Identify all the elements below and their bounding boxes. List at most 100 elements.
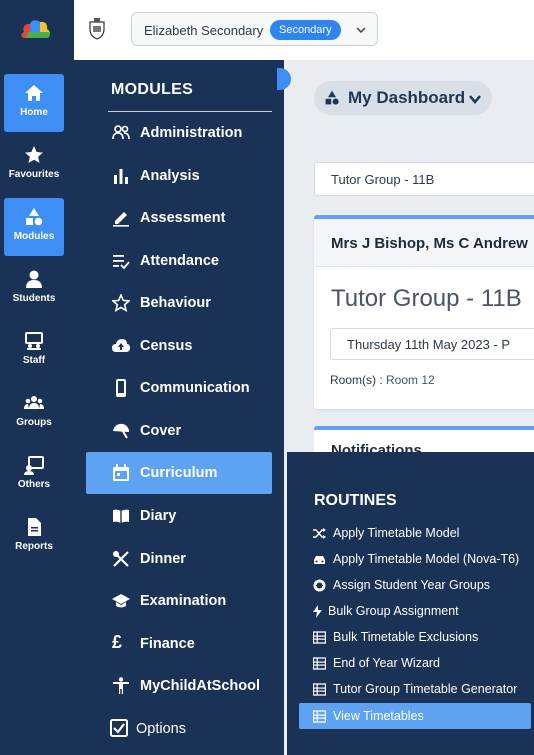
card-header: Mrs J Bishop, Ms C Andrew	[314, 219, 534, 267]
routine-label: Assign Student Year Groups	[333, 578, 491, 592]
module-mychildatschool[interactable]: MyChildAtSchool	[86, 665, 272, 707]
left-rail: Home Favourites Modules Students Staff G…	[0, 0, 74, 755]
book-icon	[112, 507, 130, 525]
star-icon	[24, 145, 44, 165]
rail-label: Students	[12, 293, 56, 304]
child-icon	[112, 677, 130, 695]
module-label: Administration	[140, 125, 243, 141]
routine-label: Apply Timetable Model (Nova-T6)	[333, 552, 520, 566]
routine-bulk-timetable-exclusions[interactable]: Bulk Timetable Exclusions	[299, 624, 531, 650]
tutor-group-card: Mrs J Bishop, Ms C Andrew Tutor Group - …	[314, 215, 534, 409]
routine-tutor-group-timetable-generator[interactable]: Tutor Group Timetable Generator	[299, 676, 531, 702]
shuffle-icon	[313, 527, 326, 540]
my-dashboard-dropdown[interactable]: My Dashboard	[314, 81, 492, 115]
routine-apply-timetable-model-nova[interactable]: Apply Timetable Model (Nova-T6)	[299, 546, 531, 572]
others-icon	[24, 455, 44, 475]
routines-heading: ROUTINES	[314, 492, 397, 509]
rail-label: Groups	[16, 417, 52, 428]
people-icon	[112, 124, 130, 142]
school-selector[interactable]: Elizabeth Secondary Secondary	[131, 12, 378, 46]
module-label: Assessment	[140, 210, 226, 226]
routine-bulk-group-assignment[interactable]: Bulk Group Assignment	[299, 598, 531, 624]
app-logo-icon[interactable]	[18, 18, 52, 42]
module-diary[interactable]: Diary	[86, 495, 272, 537]
module-label: Curriculum	[140, 465, 218, 481]
checklist-icon	[112, 252, 130, 270]
checkbox-icon	[110, 719, 128, 737]
school-name: Elizabeth Secondary	[144, 23, 264, 38]
report-icon	[24, 517, 44, 537]
table-icon	[312, 631, 327, 644]
rail-label: Modules	[13, 231, 55, 242]
rail-item-students[interactable]: Students	[4, 260, 64, 318]
module-assessment[interactable]: Assessment	[86, 197, 272, 239]
module-examination[interactable]: Examination	[86, 580, 272, 622]
module-communication[interactable]: Communication	[86, 367, 272, 409]
card-title: Tutor Group - 11B	[331, 285, 522, 312]
module-label: Options	[136, 721, 186, 737]
room-label: Room(s) :	[330, 373, 383, 387]
star-outline-icon	[111, 292, 131, 313]
module-dinner[interactable]: Dinner	[86, 538, 272, 580]
rail-item-groups[interactable]: Groups	[4, 384, 64, 442]
mobile-icon	[112, 379, 130, 397]
routine-apply-timetable-model[interactable]: Apply Timetable Model	[299, 520, 531, 546]
routine-view-timetables[interactable]: View Timetables	[299, 703, 531, 729]
routine-label: Bulk Timetable Exclusions	[333, 630, 479, 644]
shapes-icon	[325, 90, 339, 105]
module-label: Communication	[140, 380, 250, 396]
module-label: Examination	[140, 593, 227, 609]
routine-label: Bulk Group Assignment	[328, 604, 459, 618]
bolt-icon	[311, 605, 324, 618]
module-analysis[interactable]: Analysis	[86, 155, 272, 197]
routine-assign-student-year-groups[interactable]: Assign Student Year Groups	[299, 572, 531, 598]
module-finance[interactable]: £ Finance	[86, 623, 272, 665]
car-icon	[313, 553, 326, 566]
module-attendance[interactable]: Attendance	[86, 240, 272, 282]
school-type-badge: Secondary	[270, 20, 341, 40]
routines-submenu: ROUTINES Apply Timetable Model Apply Tim…	[287, 452, 534, 755]
chevron-down-icon	[356, 27, 366, 34]
module-label: Dinner	[140, 551, 186, 567]
room-value: Room 12	[386, 373, 435, 387]
module-label: Analysis	[140, 168, 200, 184]
date-selector[interactable]: Thursday 11th May 2023 - P	[330, 328, 534, 360]
rail-item-favourites[interactable]: Favourites	[4, 136, 64, 194]
module-behaviour[interactable]: Behaviour	[86, 282, 272, 324]
rail-item-staff[interactable]: Staff	[4, 322, 64, 380]
module-label: Census	[140, 338, 193, 354]
graduation-cap-icon	[112, 592, 130, 610]
module-label: Diary	[140, 508, 177, 524]
cloud-upload-icon	[112, 337, 130, 355]
module-options[interactable]: Options	[86, 708, 272, 750]
staff-icon	[24, 331, 44, 351]
school-crest-icon	[89, 18, 105, 40]
calendar-icon	[112, 464, 130, 482]
cutlery-icon	[112, 550, 130, 568]
rail-item-home[interactable]: Home	[4, 74, 64, 132]
rail-label: Staff	[22, 355, 46, 366]
pound-icon: £	[112, 632, 123, 652]
module-label: Behaviour	[140, 295, 211, 311]
module-label: Cover	[140, 423, 182, 439]
module-cover[interactable]: Cover	[86, 410, 272, 452]
tutor-group-select[interactable]: Tutor Group - 11B	[314, 162, 534, 196]
module-census[interactable]: Census	[86, 325, 272, 367]
module-administration[interactable]: Administration	[86, 112, 272, 154]
routine-label: End of Year Wizard	[333, 656, 441, 670]
module-curriculum[interactable]: Curriculum	[86, 452, 272, 494]
routine-label: Apply Timetable Model	[333, 526, 460, 540]
module-label: Attendance	[140, 253, 219, 269]
rail-item-others[interactable]: Others	[4, 446, 64, 504]
home-icon	[24, 83, 44, 103]
routine-end-of-year-wizard[interactable]: End of Year Wizard	[299, 650, 531, 676]
bar-chart-icon	[112, 167, 130, 185]
group-icon	[24, 393, 44, 413]
modules-menu: MODULES Administration Analysis Assessme…	[74, 60, 284, 755]
rail-item-modules[interactable]: Modules	[4, 198, 64, 256]
routine-label: Tutor Group Timetable Generator	[333, 682, 518, 696]
rail-item-reports[interactable]: Reports	[4, 508, 64, 566]
rail-label: Home	[20, 107, 48, 118]
dashboard-title: My Dashboard	[348, 88, 466, 107]
room-info: Room(s) : Room 12	[330, 373, 435, 387]
